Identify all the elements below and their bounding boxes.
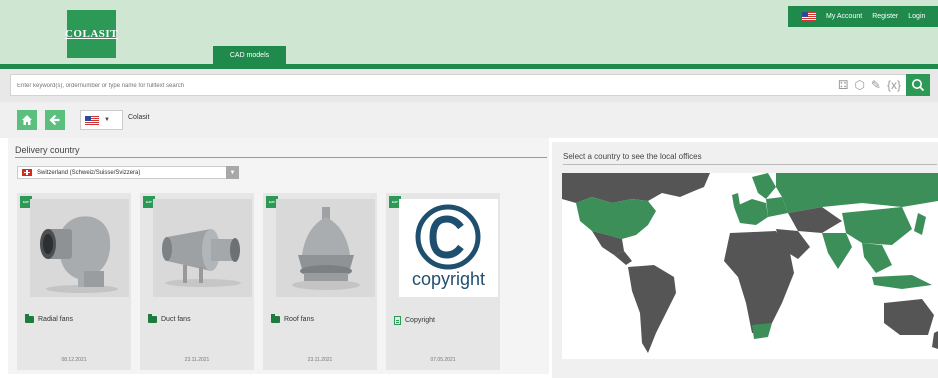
radial-fan-image — [30, 199, 129, 297]
product-card-roof-fans[interactable]: EAT Roof fans 23.11.2021 — [263, 193, 377, 370]
user-bar: My Account Register Login — [788, 6, 938, 27]
local-offices-panel: Select a country to see the local office… — [552, 142, 938, 378]
tab-cad-models[interactable]: CAD models — [213, 46, 286, 64]
products-panel: Delivery country Switzerland (Schweiz/Su… — [8, 138, 549, 374]
switzerland-flag-icon — [22, 169, 32, 176]
product-card-copyright[interactable]: EAT copyright Copyright 07.05.2021 — [386, 193, 500, 370]
home-button[interactable] — [17, 110, 37, 130]
language-select[interactable]: ▼ — [80, 110, 123, 130]
map-region-uk[interactable] — [732, 193, 740, 207]
copyright-thumb-text: copyright — [411, 269, 486, 289]
map-title: Select a country to see the local office… — [563, 152, 702, 161]
product-name: Duct fans — [161, 316, 191, 323]
my-account-link[interactable]: My Account — [826, 13, 862, 20]
search-icon — [912, 79, 925, 92]
product-thumbnail — [153, 199, 252, 297]
cube-icon[interactable]: ⬡ — [854, 78, 864, 92]
divider — [563, 164, 937, 165]
navigation-toolbar: ▼ Colasit — [0, 102, 938, 138]
product-name: Radial fans — [38, 316, 74, 323]
back-button[interactable] — [45, 110, 65, 130]
product-label[interactable]: Radial fans — [25, 314, 74, 323]
search-button[interactable] — [906, 74, 930, 96]
arrow-left-icon — [49, 114, 60, 126]
product-card-radial-fans[interactable]: EAT Radial fans 08.12.2021 — [17, 193, 131, 370]
product-label[interactable]: Duct fans — [148, 314, 191, 323]
product-date: 23.11.2021 — [307, 357, 333, 363]
logo-text: COLASIT — [64, 28, 119, 40]
product-card-duct-fans[interactable]: EAT Duct fans 23.11.2021 — [140, 193, 254, 370]
register-link[interactable]: Register — [872, 13, 898, 20]
map-region-russia[interactable] — [776, 173, 938, 213]
world-map[interactable] — [562, 173, 938, 359]
folder-icon — [271, 314, 280, 323]
chevron-down-icon[interactable]: ▼ — [226, 166, 239, 179]
divider — [15, 157, 547, 158]
variables-icon[interactable]: {x} — [887, 78, 901, 92]
delivery-country-title: Delivery country — [15, 145, 80, 155]
selected-country: Switzerland (Schweiz/Suisse/Svizzera) — [37, 169, 141, 176]
search-bar: ⚃ ⬡ ✎ {x} — [0, 69, 938, 102]
site-header: COLASIT CAD models My Account Register L… — [0, 0, 938, 64]
map-region-indonesia[interactable] — [872, 275, 932, 289]
product-name: Roof fans — [284, 316, 314, 323]
document-icon — [394, 316, 401, 325]
map-region-southeast-asia[interactable] — [862, 243, 892, 273]
map-region-japan[interactable] — [914, 213, 926, 235]
map-region-south-africa[interactable] — [752, 323, 772, 339]
world-map-svg[interactable] — [562, 173, 938, 359]
map-region-africa[interactable] — [724, 231, 794, 333]
product-thumbnail — [30, 199, 129, 297]
product-date: 23.11.2021 — [184, 357, 210, 363]
map-region-india[interactable] — [822, 233, 852, 269]
product-thumbnail: copyright — [399, 199, 498, 297]
map-region-scandinavia[interactable] — [752, 173, 776, 199]
product-label[interactable]: Copyright — [394, 316, 435, 325]
delivery-country-select[interactable]: Switzerland (Schweiz/Suisse/Svizzera) ▼ — [17, 166, 239, 179]
login-link[interactable]: Login — [908, 13, 925, 20]
hierarchy-icon[interactable]: ⚃ — [838, 78, 848, 92]
product-date: 07.05.2021 — [430, 357, 456, 363]
product-label[interactable]: Roof fans — [271, 314, 314, 323]
pencil-icon[interactable]: ✎ — [871, 78, 881, 92]
home-icon — [22, 115, 32, 125]
map-region-china[interactable] — [842, 207, 912, 245]
product-name: Copyright — [405, 317, 435, 324]
map-region-usa[interactable] — [576, 197, 656, 239]
map-region-canada[interactable] — [562, 173, 702, 203]
map-region-south-america[interactable] — [628, 265, 676, 353]
duct-fan-image — [153, 199, 252, 297]
roof-fan-image — [276, 199, 375, 297]
folder-icon — [25, 314, 34, 323]
search-input[interactable] — [17, 79, 717, 92]
us-flag-icon[interactable] — [802, 12, 816, 21]
product-date: 08.12.2021 — [61, 357, 87, 363]
breadcrumb[interactable]: Colasit — [128, 114, 149, 121]
colasit-logo[interactable]: COLASIT — [64, 10, 119, 58]
search-tools: ⚃ ⬡ ✎ {x} — [838, 78, 901, 92]
map-region-new-zealand[interactable] — [932, 331, 938, 349]
map-region-australia[interactable] — [884, 299, 934, 335]
search-box: ⚃ ⬡ ✎ {x} — [10, 74, 930, 96]
product-thumbnail — [276, 199, 375, 297]
folder-icon — [148, 314, 157, 323]
chevron-down-icon: ▼ — [104, 117, 110, 123]
us-flag-icon — [85, 115, 99, 125]
